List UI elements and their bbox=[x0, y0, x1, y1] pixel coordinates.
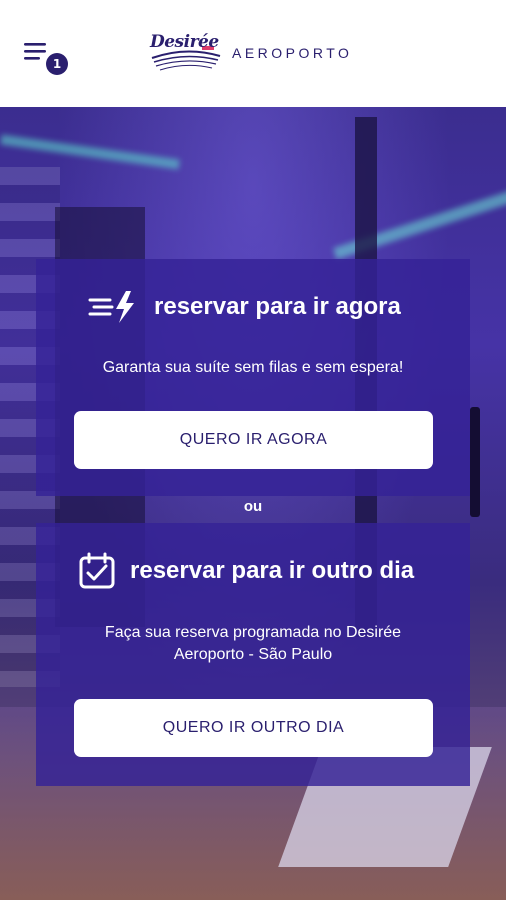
calendar-check-icon bbox=[79, 552, 115, 589]
brand-logo: Desirée AEROPORTO bbox=[148, 28, 368, 80]
fast-bolt-icon bbox=[88, 291, 134, 323]
reserve-now-description: Garanta sua suíte sem filas e sem espera… bbox=[102, 359, 404, 376]
brand-logo-text: Desirée bbox=[150, 32, 219, 52]
or-separator: ou bbox=[243, 498, 263, 515]
brand-name: AEROPORTO bbox=[232, 45, 353, 61]
reserve-later-card: reservar para ir outro dia Faça sua rese… bbox=[36, 523, 470, 786]
reserve-later-description: Faça sua reserva programada no Desirée A… bbox=[104, 624, 402, 663]
desiree-logo-mark: Desirée bbox=[148, 28, 224, 78]
reserve-now-title: reservar para ir agora bbox=[154, 293, 401, 320]
go-now-button[interactable]: QUERO IR AGORA bbox=[74, 411, 433, 469]
reserve-now-card: reservar para ir agora Garanta sua suíte… bbox=[36, 259, 470, 496]
go-another-day-button[interactable]: QUERO IR OUTRO DIA bbox=[74, 699, 433, 757]
notification-badge: 1 bbox=[46, 53, 68, 75]
reserve-later-title-row: reservar para ir outro dia bbox=[78, 552, 414, 590]
reserve-later-title: reservar para ir outro dia bbox=[130, 557, 415, 584]
top-bar: 1 Desirée AEROPORTO bbox=[0, 0, 506, 107]
menu-button[interactable]: 1 bbox=[22, 40, 68, 76]
reserve-now-title-row: reservar para ir agora bbox=[88, 289, 401, 325]
